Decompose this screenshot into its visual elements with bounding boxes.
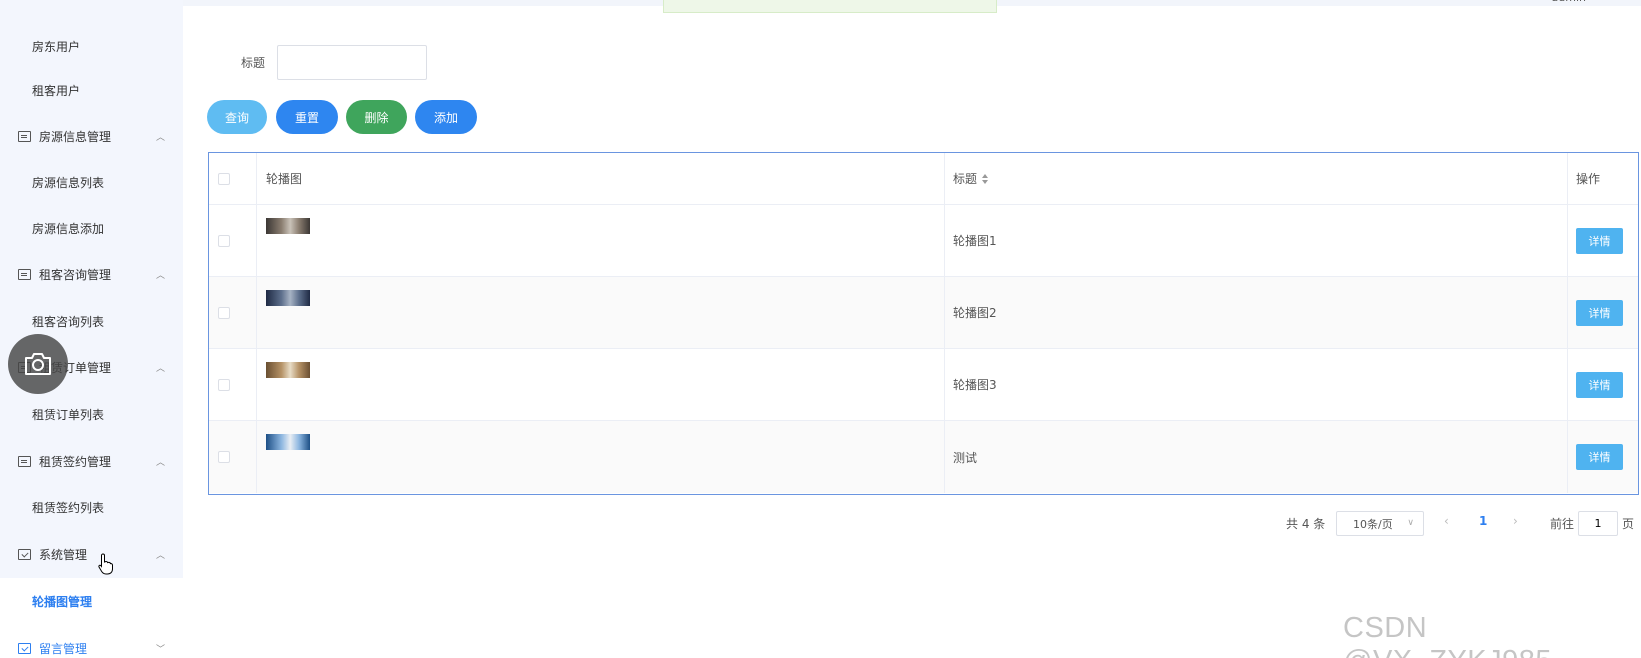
carousel-table: 轮播图 标题 操作 轮播图1 详情 轮播图2 详情 轮播图3 详情 测试 详情	[208, 152, 1639, 495]
table-row: 轮播图1 详情	[209, 205, 1638, 277]
watermark: CSDN @VX_ZYKJ985	[1343, 612, 1552, 658]
sidebar-group-label: 系统管理	[39, 547, 88, 562]
next-page-button[interactable]: ›	[1513, 514, 1518, 528]
sidebar-item-label: 租客咨询列表	[32, 314, 105, 329]
row-title: 轮播图2	[953, 306, 997, 320]
sidebar-item-tenant-users[interactable]: 租客用户	[0, 75, 183, 105]
goto-page-input[interactable]	[1578, 511, 1618, 536]
prev-page-button[interactable]: ‹	[1444, 514, 1449, 528]
page-size-value: 10条/页	[1353, 517, 1393, 531]
sidebar-item-carousel[interactable]: 轮播图管理	[0, 586, 183, 616]
checkbox-folder-icon	[18, 642, 31, 654]
list-icon	[18, 455, 31, 467]
list-icon	[18, 130, 31, 142]
detail-button[interactable]: 详情	[1576, 371, 1623, 398]
table-row: 轮播图3 详情	[209, 349, 1638, 421]
sidebar-group-messages[interactable]: 留言管理 ﹀	[0, 633, 183, 658]
carousel-thumbnail	[266, 290, 310, 306]
table-row: 测试 详情	[209, 421, 1638, 493]
page-number-current[interactable]: 1	[1479, 514, 1487, 528]
search-title-label: 标题	[241, 56, 266, 70]
chevron-down-icon: ∨	[1407, 518, 1414, 528]
table-header: 轮播图 标题 操作	[209, 153, 1638, 205]
pagination-total: 共 4 条	[1286, 517, 1326, 531]
screenshot-camera-button[interactable]	[8, 334, 68, 394]
carousel-thumbnail	[266, 362, 310, 378]
table-row: 轮播图2 详情	[209, 277, 1638, 349]
column-header-title[interactable]: 标题	[953, 170, 977, 187]
checkbox-folder-icon	[18, 548, 31, 560]
sidebar-group-label: 租客咨询管理	[39, 267, 112, 282]
chevron-down-icon: ﹀	[156, 644, 166, 655]
select-all-checkbox[interactable]	[218, 172, 230, 185]
carousel-thumbnail	[266, 218, 310, 234]
sidebar-item-label: 房东用户	[32, 39, 81, 54]
sidebar-group-label: 租赁签约管理	[39, 454, 112, 469]
sidebar-item-label: 租赁签约列表	[32, 500, 105, 515]
reset-button[interactable]: 重置	[276, 100, 338, 134]
sidebar-group-label: 房源信息管理	[39, 129, 112, 144]
row-checkbox[interactable]	[218, 234, 230, 247]
detail-button[interactable]: 详情	[1576, 227, 1623, 254]
sidebar-item-consult-list[interactable]: 租客咨询列表	[0, 306, 183, 336]
search-title-input[interactable]	[277, 45, 427, 80]
goto-label: 前往	[1550, 517, 1575, 531]
delete-button[interactable]: 删除	[346, 100, 407, 134]
column-header-actions: 操作	[1576, 172, 1601, 186]
sidebar-item-housing-add[interactable]: 房源信息添加	[0, 213, 183, 243]
chevron-up-icon: ︿	[156, 457, 166, 468]
detail-button[interactable]: 详情	[1576, 444, 1623, 470]
chevron-up-icon: ︿	[156, 363, 166, 374]
chevron-up-icon: ︿	[156, 132, 166, 143]
camera-icon	[25, 353, 51, 375]
list-icon	[18, 268, 31, 280]
chevron-up-icon: ︿	[156, 270, 166, 281]
sidebar-item-label: 租赁订单列表	[32, 407, 105, 422]
page-size-select[interactable]: 10条/页 ∨	[1336, 511, 1424, 536]
row-title: 轮播图3	[953, 378, 997, 392]
sidebar: 房东用户 租客用户 房源信息管理 ︿ 房源信息列表 房源信息添加 租客咨询管理 …	[0, 0, 183, 658]
add-button[interactable]: 添加	[415, 100, 477, 134]
sidebar-item-orders-list[interactable]: 租赁订单列表	[0, 399, 183, 429]
sidebar-item-housing-list[interactable]: 房源信息列表	[0, 167, 183, 197]
row-checkbox[interactable]	[218, 378, 230, 391]
sidebar-item-label: 轮播图管理	[32, 594, 93, 609]
sidebar-item-landlord-users[interactable]: 房东用户	[0, 31, 183, 61]
row-checkbox[interactable]	[218, 451, 230, 463]
detail-button[interactable]: 详情	[1576, 299, 1623, 326]
sidebar-group-contracts[interactable]: 租赁签约管理 ︿	[0, 446, 183, 476]
query-button[interactable]: 查询	[207, 100, 267, 134]
user-name[interactable]: admin	[1552, 0, 1586, 4]
sidebar-item-label: 租客用户	[32, 83, 81, 98]
page-suffix: 页	[1622, 517, 1635, 531]
chevron-up-icon: ︿	[156, 550, 166, 561]
sidebar-group-system[interactable]: 系统管理 ︿	[0, 539, 183, 569]
row-title: 测试	[953, 450, 978, 465]
top-notification	[663, 0, 997, 13]
sidebar-group-label: 留言管理	[39, 641, 88, 656]
column-header-image: 轮播图	[266, 172, 303, 186]
row-checkbox[interactable]	[218, 306, 230, 319]
row-title: 轮播图1	[953, 234, 997, 248]
sidebar-group-consult[interactable]: 租客咨询管理 ︿	[0, 259, 183, 289]
sidebar-item-label: 房源信息列表	[32, 175, 105, 190]
sidebar-item-label: 房源信息添加	[32, 221, 105, 236]
sidebar-group-housing[interactable]: 房源信息管理 ︿	[0, 121, 183, 151]
hand-cursor-icon	[98, 553, 113, 575]
sort-icon[interactable]	[981, 173, 989, 184]
sidebar-item-contracts-list[interactable]: 租赁签约列表	[0, 492, 183, 522]
carousel-thumbnail	[266, 434, 310, 450]
